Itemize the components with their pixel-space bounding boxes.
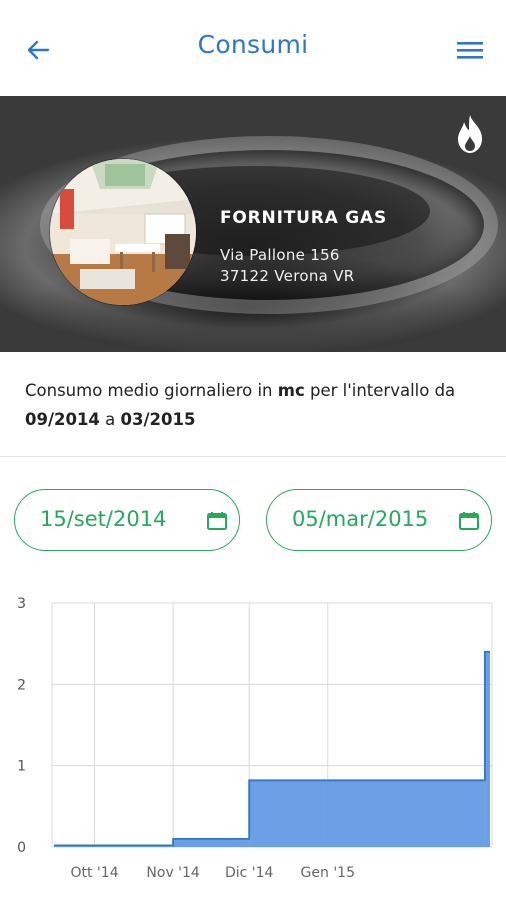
start-date-value: 15/set/2014 <box>40 507 167 531</box>
description-connector: a <box>99 410 121 429</box>
flame-icon <box>458 115 482 153</box>
x-tick-label: Ott '14 <box>70 865 118 881</box>
description-unit: mc <box>277 381 305 400</box>
calendar-icon <box>207 512 227 530</box>
x-tick-label: Gen '15 <box>301 865 355 881</box>
end-date-picker[interactable]: 05/mar/2015 <box>266 489 492 551</box>
y-tick-label: 2 <box>17 677 26 693</box>
supply-title: FORNITURA GAS <box>220 208 388 228</box>
menu-button[interactable] <box>450 30 490 70</box>
description-middle: per l'intervallo da <box>304 381 456 400</box>
address-city: 37122 Verona VR <box>220 267 355 285</box>
divider <box>0 456 506 457</box>
address-street: Via Pallone 156 <box>220 246 340 264</box>
description-to: 03/2015 <box>120 410 196 429</box>
property-photo <box>50 159 196 305</box>
x-tick-label: Dic '14 <box>225 865 274 881</box>
consumption-chart: 0 1 2 3 Ott '14 Nov '14 Dic '14 Gen '15 <box>17 596 493 881</box>
end-date-value: 05/mar/2015 <box>292 507 429 531</box>
page-title: Consumi <box>197 30 309 59</box>
supply-header: FORNITURA GAS Via Pallone 156 37122 Vero… <box>0 96 506 352</box>
consumption-area-segment <box>249 780 485 847</box>
y-tick-label: 0 <box>17 840 26 856</box>
consumption-description: Consumo medio giornaliero in mc per l'in… <box>25 376 485 434</box>
hamburger-menu-icon <box>457 42 483 59</box>
y-tick-label: 3 <box>17 596 26 612</box>
start-date-picker[interactable]: 15/set/2014 <box>14 489 240 551</box>
top-app-bar: Consumi <box>0 0 506 96</box>
y-tick-label: 1 <box>17 759 26 775</box>
consumption-area-segment <box>173 838 250 847</box>
x-tick-label: Nov '14 <box>146 865 200 881</box>
description-prefix: Consumo medio giornaliero in <box>25 381 278 400</box>
calendar-icon <box>459 512 479 530</box>
description-from: 09/2014 <box>25 410 100 429</box>
